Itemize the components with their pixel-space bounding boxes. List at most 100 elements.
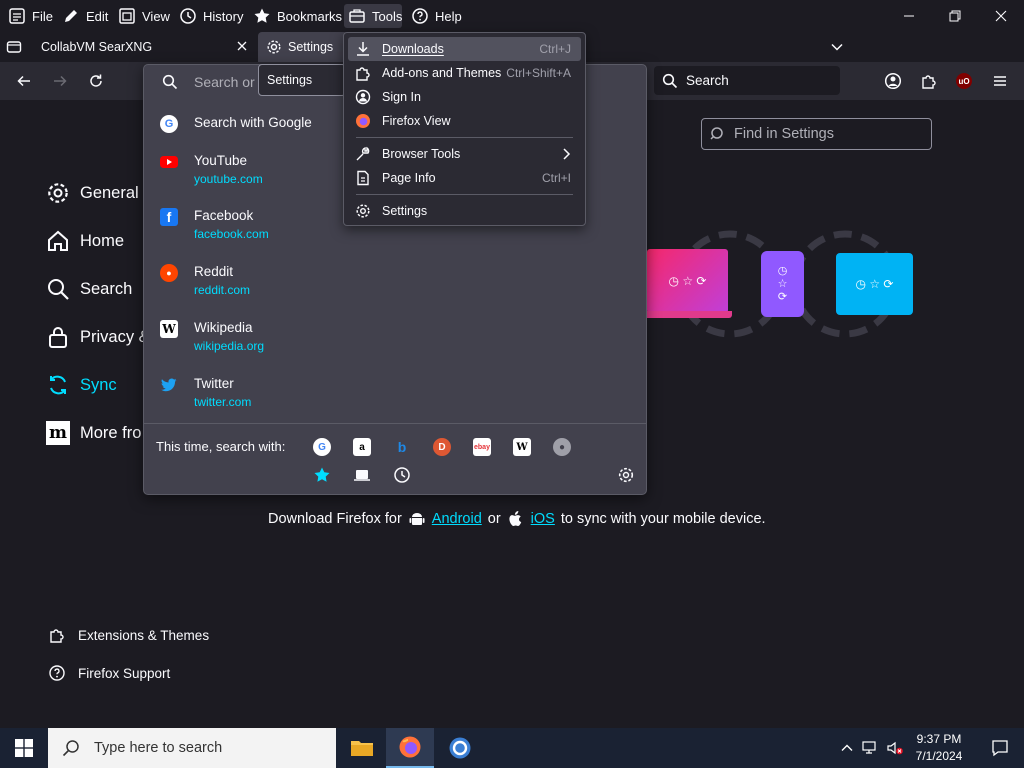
wikipedia-engine-icon[interactable]: W [513, 438, 531, 456]
menuitem-sign-in[interactable]: Sign In [348, 85, 581, 109]
forward-button[interactable] [46, 67, 74, 95]
android-link[interactable]: Android [432, 511, 482, 527]
menuitem-addons-themes[interactable]: Add-ons and Themes Ctrl+Shift+A [348, 61, 581, 85]
tab-title: CollabVM SearXNG [41, 40, 153, 54]
category-general[interactable]: General [46, 181, 139, 205]
app-menu-button[interactable] [986, 67, 1014, 95]
home-icon [46, 229, 70, 253]
reload-button[interactable] [82, 67, 110, 95]
suggestion-search-google[interactable]: G Search with Google [160, 114, 312, 133]
menu-tools[interactable]: Tools [344, 4, 402, 28]
start-button[interactable] [0, 728, 48, 768]
close-window-button[interactable] [978, 0, 1024, 32]
google-engine-icon[interactable]: G [313, 438, 331, 456]
search-icon [662, 73, 678, 88]
history-search-icon[interactable] [393, 466, 411, 484]
menu-separator [356, 137, 573, 138]
firefox-view-button[interactable] [6, 32, 26, 62]
menuitem-browser-tools[interactable]: Browser Tools [348, 142, 581, 166]
category-sync[interactable]: Sync [46, 373, 117, 397]
extensions-themes-link[interactable]: Extensions & Themes [48, 626, 209, 644]
network-status-icon[interactable] [859, 728, 883, 768]
file-icon [8, 7, 26, 25]
category-home[interactable]: Home [46, 229, 124, 253]
category-more-from-mozilla[interactable]: m More fro [46, 421, 141, 445]
search-icon [46, 277, 70, 301]
suggestion-youtube[interactable]: YouTube youtube.com [160, 152, 263, 188]
google-icon: G [160, 115, 178, 133]
duckduckgo-engine-icon[interactable]: D [433, 438, 451, 456]
bookmarks-search-icon[interactable] [313, 466, 331, 484]
mozilla-icon: m [46, 421, 70, 445]
taskbar-app-circle[interactable] [436, 728, 484, 768]
menu-bookmarks[interactable]: Bookmarks [249, 4, 346, 28]
tab-collabvm-searxng[interactable]: CollabVM SearXNG [34, 32, 256, 62]
bing-engine-icon[interactable]: b [393, 438, 411, 456]
restore-button[interactable] [932, 0, 978, 32]
taskbar-search-box[interactable]: Type here to search [48, 728, 336, 768]
star-icon [253, 7, 271, 25]
android-icon [408, 510, 426, 528]
extensions-button[interactable] [915, 67, 943, 95]
notification-icon [992, 740, 1008, 757]
minimize-button[interactable] [886, 0, 932, 32]
search-bar[interactable]: Search [654, 66, 840, 95]
laptop-icon: ◷ ☆ ⟳ [647, 249, 728, 313]
tablet-icon: ◷ ☆ ⟳ [836, 253, 913, 315]
wikipedia-icon: W [160, 320, 178, 338]
settings-tooltip: Settings [258, 64, 346, 96]
show-hidden-icons-button[interactable] [835, 728, 859, 768]
account-button[interactable] [879, 67, 907, 95]
toolbox-icon [348, 7, 366, 25]
find-in-settings-input[interactable]: Find in Settings [701, 118, 932, 150]
gear-icon [46, 181, 70, 205]
menuitem-page-info[interactable]: Page Info Ctrl+I [348, 166, 581, 190]
category-privacy[interactable]: Privacy & [46, 325, 150, 349]
firefox-support-link[interactable]: Firefox Support [48, 664, 170, 682]
help-icon [411, 7, 429, 25]
tabs-search-icon[interactable] [353, 466, 371, 484]
phone-icon: ◷ ☆ ⟳ [761, 251, 804, 317]
account-icon [884, 72, 902, 90]
close-tab-icon[interactable] [236, 40, 248, 52]
suggestion-reddit[interactable]: ● Reddit reddit.com [160, 263, 250, 299]
taskbar-firefox[interactable] [386, 728, 434, 768]
list-all-tabs-button[interactable] [830, 32, 852, 62]
tab-title: Settings [288, 40, 334, 54]
menu-bar: File Edit View History Bookmarks Tools H… [0, 0, 1024, 32]
menuitem-downloads[interactable]: Downloads Ctrl+J [348, 37, 581, 61]
menuitem-settings[interactable]: Settings [348, 199, 581, 223]
notifications-button[interactable] [976, 728, 1024, 768]
taskbar-clock[interactable]: 9:37 PM 7/1/2024 [904, 731, 974, 765]
puzzle-icon [48, 626, 66, 644]
back-button[interactable] [10, 67, 38, 95]
ebay-engine-icon[interactable]: ebay [473, 438, 491, 456]
reload-icon [90, 74, 102, 87]
menu-view[interactable]: View [114, 4, 174, 28]
ios-link[interactable]: iOS [531, 511, 555, 527]
suggestion-wikipedia[interactable]: W Wikipedia wikipedia.org [160, 319, 264, 355]
tab-settings[interactable]: Settings [258, 32, 348, 62]
amazon-engine-icon[interactable]: a [353, 438, 371, 456]
close-icon [995, 10, 1007, 22]
search-settings-gear-icon[interactable] [617, 466, 635, 484]
menu-history[interactable]: History [175, 4, 247, 28]
ublock-button[interactable]: uO [950, 67, 978, 95]
hamburger-icon [994, 76, 1006, 86]
menuitem-firefox-view[interactable]: Firefox View [348, 109, 581, 133]
menu-edit[interactable]: Edit [58, 4, 112, 28]
suggestion-twitter[interactable]: Twitter twitter.com [160, 375, 251, 411]
one-off-search-label: This time, search with: [156, 439, 286, 454]
folder-icon [351, 741, 373, 756]
searxng-engine-icon[interactable]: ● [553, 438, 571, 456]
category-search[interactable]: Search [46, 277, 132, 301]
arrow-left-icon [17, 75, 30, 87]
suggestion-facebook[interactable]: f Facebook facebook.com [160, 207, 269, 243]
twitter-icon [160, 376, 178, 394]
menu-file[interactable]: File [4, 4, 57, 28]
taskbar-file-explorer[interactable] [338, 728, 386, 768]
menu-help[interactable]: Help [407, 4, 466, 28]
chevron-up-icon [841, 744, 853, 751]
firefox-icon [399, 736, 421, 758]
restore-icon [949, 10, 961, 22]
